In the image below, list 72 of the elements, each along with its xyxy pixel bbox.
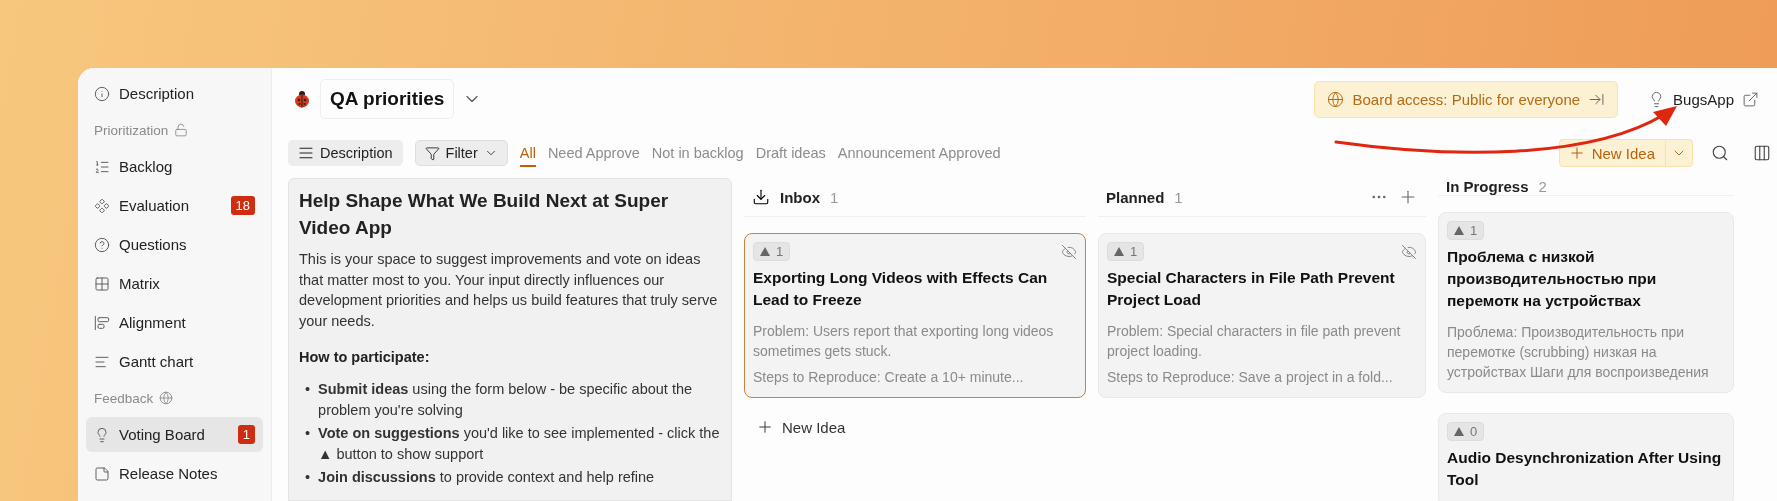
filter-button[interactable]: Filter	[414, 140, 508, 166]
upvote-icon	[1454, 427, 1464, 436]
globe-icon[interactable]	[159, 391, 174, 405]
upvote-icon	[1454, 226, 1464, 235]
filter-tab[interactable]: All	[519, 139, 536, 167]
card-title: Проблема с низкой производительностью при перемотк на устройствах	[1447, 247, 1658, 311]
globe-icon	[1327, 90, 1345, 108]
sidebar-item[interactable]: Matrix	[86, 266, 263, 301]
filter-icon	[424, 145, 440, 161]
vote-button[interactable]: 1	[1107, 242, 1145, 261]
lightbulb-icon	[94, 426, 110, 443]
sidebar-item[interactable]: Gantt chart	[86, 344, 263, 379]
card-title: Special Characters in File Path Prevent Project Load	[1107, 268, 1396, 310]
count-badge: 1	[237, 425, 255, 444]
card-title: Exporting Long Videos with Effects Can Lead to Freeze	[753, 268, 1049, 310]
bullet-marker: •	[305, 468, 311, 487]
column-title: Planned	[1106, 188, 1165, 206]
card-description: Steps to Reproduce: Save a project in a fold...	[1107, 368, 1394, 387]
sidebar-item[interactable]: Questions	[86, 227, 263, 262]
plus-icon	[756, 418, 774, 436]
description-paragraph: This is your space to suggest improvements and vote on ideas that matter most to you. Your input directly influences our development priorities and helps us build features that truly serve your needs.	[299, 250, 719, 331]
column-count: 2	[1538, 178, 1547, 195]
idea-card[interactable]: 1 Проблема с низкой производительностью при перемотк на устройствах Проблема: Производительность при перемотке (scrubbing) низкая на устройствах Шаги для воспроизведения	[1438, 212, 1734, 393]
description-subheading: How to participate:	[299, 349, 431, 365]
description-button[interactable]: Description	[288, 140, 403, 166]
sidebar-item[interactable]: Voting Board 1	[86, 417, 263, 452]
lines-icon	[298, 145, 314, 161]
alignment-icon	[94, 314, 110, 331]
bullet-marker: •	[305, 380, 311, 399]
column-title: In Progress	[1446, 178, 1529, 195]
column-title: Inbox	[780, 188, 820, 206]
upvote-icon	[1114, 247, 1124, 256]
inbox-icon	[752, 188, 770, 206]
ladybug-icon	[292, 89, 312, 109]
numbered-list-icon	[94, 158, 110, 175]
columns-icon[interactable]	[1753, 144, 1771, 162]
external-link-icon	[1742, 90, 1759, 108]
card-description: Проблема: Производительность при перемотке (scrubbing) низкая на устройствах Шаги для воспроизведения	[1447, 323, 1710, 382]
card-description: Steps to Reproduce: Create a 10+ minute...	[753, 368, 1025, 387]
sidebar-item[interactable]: Description	[86, 76, 263, 111]
note-icon	[94, 465, 110, 482]
board-title[interactable]: QA priorities	[320, 79, 455, 119]
idea-card[interactable]: 0 Audio Desynchronization After Using Tool	[1438, 413, 1734, 501]
bullet-item: Join discussions to provide context and help refine	[318, 468, 655, 487]
grid-icon	[94, 275, 110, 292]
idea-card[interactable]: 1 Special Characters in File Path Prevent Project Load Problem: Special characters in file path prevent project loading. Steps to Reproduce: Save a project in a fold...	[1098, 233, 1426, 398]
sidebar-item[interactable]: Backlog	[86, 149, 263, 184]
sidebar-item[interactable]: Release Notes	[86, 456, 263, 491]
count-badge: 18	[230, 196, 255, 215]
card-title: Audio Desynchronization After Using Tool	[1447, 448, 1723, 490]
idea-card[interactable]: 1 Exporting Long Videos with Effects Can Lead to Freeze Problem: Users report that exporting long videos sometimes gets stuck. Steps to Reproduce: Create a 10+ minute...	[744, 233, 1086, 398]
app-link[interactable]: BugsApp	[1626, 90, 1777, 108]
sidebar-section-label: Feedback	[94, 390, 154, 406]
vote-button[interactable]: 0	[1447, 422, 1485, 441]
info-icon	[94, 85, 110, 102]
new-idea-link[interactable]: New Idea	[744, 418, 1086, 436]
card-description: Problem: Users report that exporting long videos sometimes gets stuck.	[753, 322, 1055, 361]
vote-button[interactable]: 1	[1447, 221, 1485, 240]
sidebar-section-label: Prioritization	[94, 122, 169, 138]
column-count: 1	[1174, 188, 1183, 206]
vote-button[interactable]: 1	[753, 242, 791, 261]
upvote-icon	[760, 247, 770, 256]
sidebar-item[interactable]: Alignment	[86, 305, 263, 340]
board-access-button[interactable]: Board access: Public for everyone	[1314, 80, 1619, 118]
diamonds-icon	[94, 197, 110, 214]
search-icon[interactable]	[1711, 144, 1729, 162]
question-icon	[94, 236, 110, 253]
bullet-marker: •	[305, 424, 311, 443]
sidebar-item[interactable]: Evaluation 18	[86, 188, 263, 223]
description-title: Help Shape What We Build Next at Super Video App	[299, 189, 670, 240]
card-description: Problem: Special characters in file path prevent project loading.	[1107, 322, 1402, 361]
column-count: 1	[830, 188, 839, 206]
